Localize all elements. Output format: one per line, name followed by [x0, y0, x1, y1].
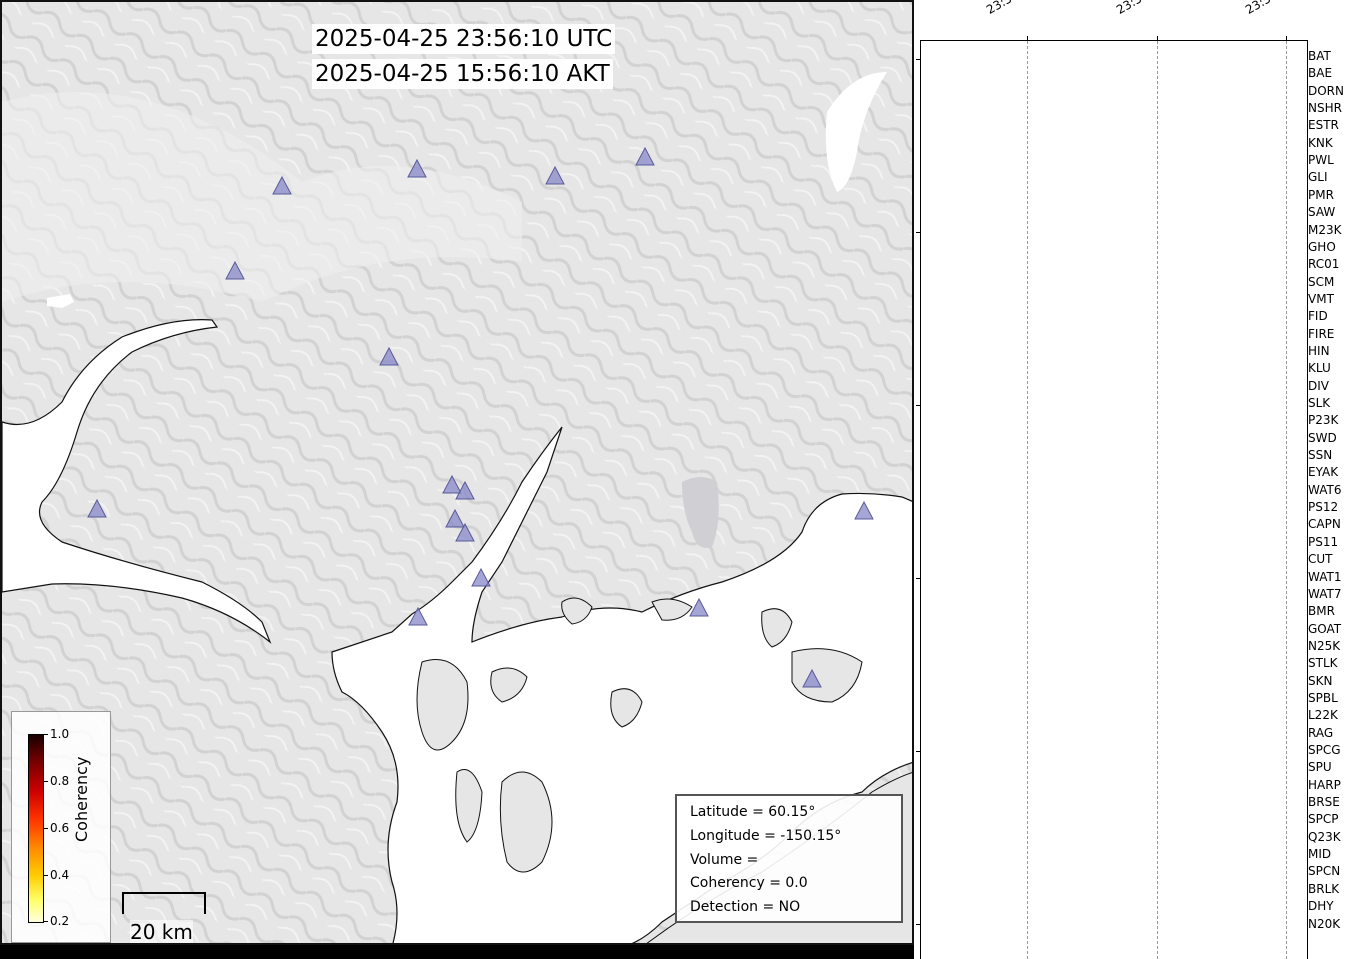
y-tick [916, 924, 921, 925]
station-label: EYAK [1308, 465, 1338, 479]
colorbar-tick-label: 0.2 [50, 915, 69, 927]
station-label: DHY [1308, 899, 1334, 913]
station-label: BMR [1308, 604, 1335, 618]
latitude-text: Latitude = 60.15° [690, 801, 901, 825]
station-label: N20K [1308, 917, 1340, 931]
station-label: SKN [1308, 674, 1332, 688]
station-label: STLK [1308, 656, 1338, 670]
station-label: PMR [1308, 188, 1334, 202]
colorbar-tick-label: 1.0 [50, 728, 69, 740]
y-tick [916, 578, 921, 579]
y-tick [916, 405, 921, 406]
y-tick [916, 751, 921, 752]
station-label: SPU [1308, 760, 1332, 774]
colorbar-tick-label: 0.8 [50, 775, 69, 787]
colorbar-tick [43, 828, 48, 829]
station-label: WAT6 [1308, 483, 1341, 497]
station-label: NSHR [1308, 101, 1342, 115]
island [500, 772, 552, 872]
time-tick [1027, 36, 1028, 41]
station-label: RC01 [1308, 257, 1339, 271]
station-label: DIV [1308, 379, 1329, 393]
station-label: FID [1308, 309, 1328, 323]
colorbar-tick [43, 734, 48, 735]
time-gridline [1286, 41, 1287, 959]
y-tick [916, 232, 921, 233]
station-label: BAE [1308, 66, 1332, 80]
colorbar-tick-label: 0.4 [50, 869, 69, 881]
time-gridline [1157, 41, 1158, 959]
bottom-bar [0, 945, 914, 959]
station-label: CUT [1308, 552, 1333, 566]
scale-bar-label: 20 km [130, 920, 193, 944]
colorbar-tick [43, 921, 48, 922]
detection-text: Detection = NO [690, 896, 901, 920]
station-label: SCM [1308, 275, 1334, 289]
station-label: SPCN [1308, 864, 1340, 878]
station-label: VMT [1308, 292, 1334, 306]
station-label: HIN [1308, 344, 1330, 358]
station-label: GLI [1308, 170, 1328, 184]
station-label: SSN [1308, 448, 1332, 462]
station-label: PWL [1308, 153, 1334, 167]
station-label: PS12 [1308, 500, 1338, 514]
timestamp-akt: 2025-04-25 15:56:10 AKT [312, 59, 613, 89]
colorbar-tick-label: 0.6 [50, 822, 69, 834]
volume-text: Volume = [690, 849, 901, 873]
map-panel: 2025-04-25 23:56:10 UTC 2025-04-25 15:56… [0, 0, 914, 945]
coherency-text: Coherency = 0.0 [690, 872, 901, 896]
station-label: GHO [1308, 240, 1336, 254]
station-label: GOAT [1308, 622, 1341, 636]
station-label: SPCP [1308, 812, 1338, 826]
station-label: WAT7 [1308, 587, 1341, 601]
time-label: 23:58 [1114, 0, 1151, 17]
longitude-text: Longitude = -150.15° [690, 825, 901, 849]
station-label: ESTR [1308, 118, 1339, 132]
time-tick [1286, 36, 1287, 41]
station-label: HARP [1308, 778, 1341, 792]
colorbar-title: Coherency [72, 757, 91, 842]
colorbar-tick [43, 875, 48, 876]
colorbar-tick [43, 781, 48, 782]
time-label: 23:59 [1243, 0, 1280, 17]
timestamp-utc: 2025-04-25 23:56:10 UTC [312, 24, 615, 54]
station-label: MID [1308, 847, 1331, 861]
colorbar-legend: 1.0 0.8 0.6 0.4 0.2 Coherency [11, 711, 111, 943]
station-label: BAT [1308, 49, 1331, 63]
station-label: BRLK [1308, 882, 1339, 896]
station-label: RAG [1308, 726, 1333, 740]
time-label: 23:57 [984, 0, 1021, 17]
station-label: P23K [1308, 413, 1338, 427]
station-label: FIRE [1308, 327, 1334, 341]
station-label: BRSE [1308, 795, 1340, 809]
station-label: DORN [1308, 84, 1344, 98]
station-label: N25K [1308, 639, 1340, 653]
station-label: SPBL [1308, 691, 1338, 705]
station-label: SLK [1308, 396, 1330, 410]
station-label: WAT1 [1308, 570, 1341, 584]
station-label: SWD [1308, 431, 1337, 445]
station-label: Q23K [1308, 830, 1341, 844]
station-label: M23K [1308, 223, 1342, 237]
station-label: PS11 [1308, 535, 1338, 549]
time-gridline [1027, 41, 1028, 959]
station-label: CAPN [1308, 517, 1341, 531]
station-label: KNK [1308, 136, 1333, 150]
scale-bar [122, 892, 206, 914]
station-label: KLU [1308, 361, 1331, 375]
y-tick [916, 59, 921, 60]
info-box: Latitude = 60.15° Longitude = -150.15° V… [675, 794, 903, 923]
station-label: L22K [1308, 708, 1338, 722]
coherency-colorbar [28, 734, 44, 923]
station-label: SPCG [1308, 743, 1341, 757]
time-tick [1157, 36, 1158, 41]
station-label: SAW [1308, 205, 1335, 219]
trace-plot: 23:57 23:58 23:59 [920, 40, 1308, 959]
